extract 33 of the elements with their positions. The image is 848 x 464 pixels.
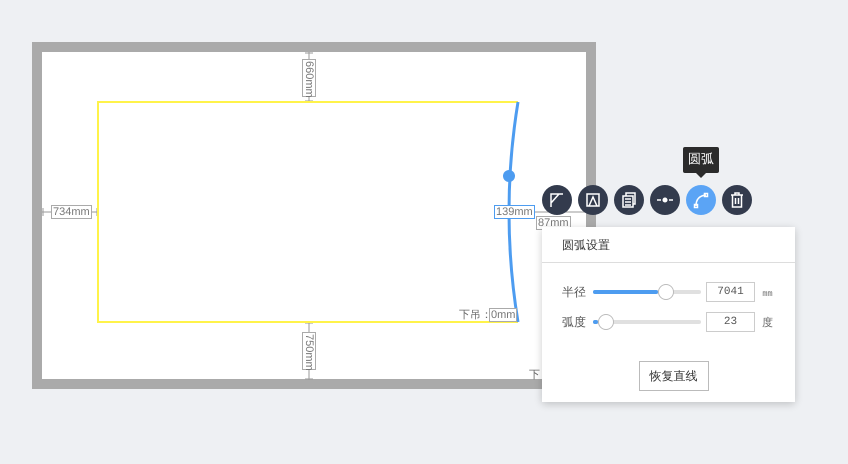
delete-icon: [730, 192, 744, 208]
slider-handle[interactable]: [658, 284, 674, 300]
panel-title: 圆弧设置: [542, 227, 795, 263]
copy-tool-button[interactable]: [614, 185, 644, 215]
gable-tool-button[interactable]: [578, 185, 608, 215]
dimension-label: 750mm: [302, 332, 316, 370]
dimension-label: 734mm: [51, 205, 92, 219]
arc-icon: [694, 192, 708, 208]
hang-value: 0mm: [489, 308, 518, 322]
tooltip: 圆弧: [683, 147, 719, 173]
dimension-label: 139mm: [494, 205, 535, 219]
delete-tool-button[interactable]: [722, 185, 752, 215]
slider-handle[interactable]: [598, 314, 614, 330]
arc-handle[interactable]: [503, 170, 515, 182]
arc-tool-button[interactable]: [686, 185, 716, 215]
unit-label: ㎜: [762, 284, 773, 300]
hang-label: 下: [529, 367, 540, 382]
field-label: 弧度: [562, 314, 587, 330]
unit-label: 度: [762, 314, 773, 330]
input-field[interactable]: 7041: [706, 282, 755, 302]
copy-icon: [622, 192, 636, 208]
field-label: 半径: [562, 284, 587, 300]
split-tool-button[interactable]: [650, 185, 680, 215]
slider[interactable]: [593, 284, 701, 300]
tooltip-pointer-icon: [696, 173, 706, 178]
corner-icon: [550, 193, 564, 208]
triangle-frame-icon: [586, 193, 600, 207]
split-point-icon: [656, 197, 674, 203]
slider[interactable]: [593, 314, 701, 330]
reset-button[interactable]: 恢复直线: [638, 361, 708, 391]
input-field[interactable]: 23: [706, 312, 755, 332]
hang-label: 下吊：: [459, 307, 492, 322]
dimension-label: 660mm: [302, 59, 316, 97]
